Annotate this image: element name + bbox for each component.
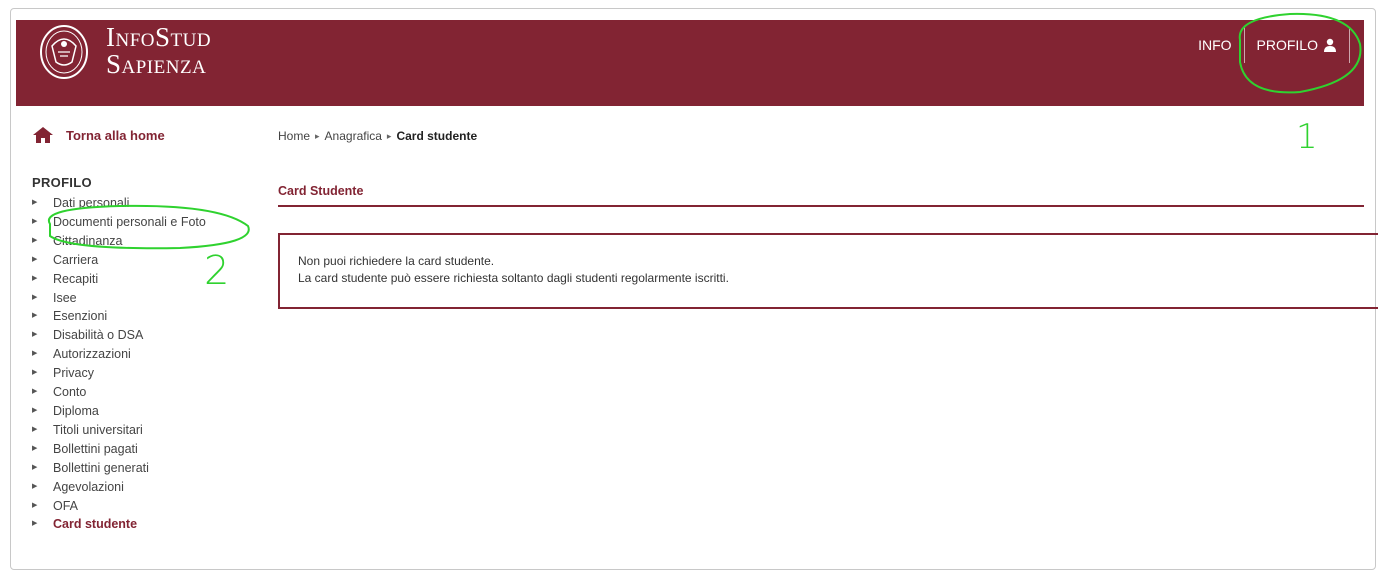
sidebar-item-documenti[interactable]: ▶ Documenti personali e Foto bbox=[32, 213, 206, 232]
section-title: Card Studente bbox=[278, 184, 364, 198]
bullet-icon: ▶ bbox=[32, 217, 38, 225]
sidebar-item-label: Recapiti bbox=[53, 271, 99, 286]
site-logo-text[interactable]: InfoStud Sapienza bbox=[106, 24, 211, 78]
sidebar-item-carriera[interactable]: ▶ Carriera bbox=[32, 251, 206, 270]
breadcrumb: Home ▸ Anagrafica ▸ Card studente bbox=[278, 129, 477, 143]
sidebar-item-autorizzazioni[interactable]: ▶ Autorizzazioni bbox=[32, 345, 206, 364]
section-divider bbox=[278, 205, 1364, 207]
bullet-icon: ▶ bbox=[32, 293, 38, 301]
sidebar-item-label: Agevolazioni bbox=[53, 479, 124, 494]
sidebar-menu: ▶ Dati personali ▶ Documenti personali e F… bbox=[32, 194, 206, 534]
sidebar-item-label: Bollettini pagati bbox=[53, 441, 138, 456]
bullet-icon: ▶ bbox=[32, 425, 38, 433]
home-link-label: Torna alla home bbox=[66, 127, 165, 143]
bullet-icon: ▶ bbox=[32, 501, 38, 509]
bullet-icon: ▶ bbox=[32, 388, 38, 396]
sidebar-item-label: Card studente bbox=[53, 517, 138, 532]
sidebar-item-privacy[interactable]: ▶ Privacy bbox=[32, 364, 206, 383]
breadcrumb-separator-icon: ▸ bbox=[386, 130, 392, 141]
bullet-icon: ▶ bbox=[32, 350, 38, 358]
nav-separator-right bbox=[1349, 27, 1350, 63]
sidebar-item-label: Dati personali bbox=[53, 196, 130, 210]
sidebar-item-label: OFA bbox=[53, 498, 79, 513]
sidebar-item-bollettini-generati[interactable]: ▶ Bollettini generati bbox=[32, 459, 206, 478]
bullet-icon: ▶ bbox=[32, 482, 38, 490]
breadcrumb-anagrafica[interactable]: Anagrafica bbox=[325, 129, 382, 143]
bullet-icon: ▶ bbox=[32, 274, 38, 282]
bullet-icon: ▶ bbox=[32, 331, 38, 339]
sidebar-item-card-studente[interactable]: ▶ Card studente bbox=[32, 515, 206, 534]
sidebar-item-label: Autorizzazioni bbox=[53, 347, 131, 362]
bullet-icon: ▶ bbox=[32, 255, 38, 263]
logo-line-1: InfoStud bbox=[106, 22, 212, 52]
sidebar-item-label: Carriera bbox=[53, 252, 99, 267]
message-line-1: Non puoi richiedere la card studente. bbox=[298, 254, 495, 268]
bullet-icon: ▶ bbox=[32, 199, 38, 206]
nav-profile-label: PROFILO bbox=[1256, 37, 1318, 53]
sidebar-item-agevolazioni[interactable]: ▶ Agevolazioni bbox=[32, 478, 206, 497]
sidebar-item-label: Bollettini generati bbox=[53, 460, 149, 475]
sidebar-title: PROFILO bbox=[32, 175, 92, 190]
breadcrumb-separator-icon: ▸ bbox=[315, 130, 320, 141]
sidebar-item-isee[interactable]: ▶ Isee bbox=[32, 289, 206, 308]
message-line-2: La card studente può essere richiesta so… bbox=[298, 271, 729, 285]
message-box: Non puoi richiedere la card studente. La… bbox=[278, 233, 1378, 309]
nav-info-link[interactable]: INFO bbox=[1186, 27, 1243, 63]
home-link[interactable]: Torna alla home bbox=[32, 126, 165, 144]
site-header: InfoStud Sapienza INFO PROFILO bbox=[16, 20, 1364, 106]
nav-info-label: INFO bbox=[1198, 37, 1232, 53]
bullet-icon: ▶ bbox=[32, 236, 38, 244]
sidebar-item-titoli[interactable]: ▶ Titoli universitari bbox=[32, 421, 206, 440]
sidebar-item-label: Conto bbox=[53, 385, 87, 400]
logo-line-2: Sapienza bbox=[106, 49, 207, 79]
breadcrumb-home[interactable]: Home bbox=[278, 129, 310, 143]
header-nav: INFO PROFILO bbox=[1186, 20, 1350, 70]
sidebar-item-label: Diploma bbox=[53, 403, 99, 418]
sidebar-item-label: Documenti personali e Foto bbox=[53, 214, 206, 229]
nav-profile-link[interactable]: PROFILO bbox=[1245, 27, 1349, 63]
bullet-icon: ▶ bbox=[32, 444, 38, 452]
sidebar-item-recapiti[interactable]: ▶ Recapiti bbox=[32, 270, 206, 289]
sidebar-item-label: Titoli universitari bbox=[53, 422, 143, 437]
bullet-icon: ▶ bbox=[32, 406, 38, 414]
sidebar-item-disabilita[interactable]: ▶ Disabilità o DSA bbox=[32, 326, 206, 345]
bullet-icon: ▶ bbox=[32, 463, 38, 471]
sidebar-item-label: Cittadinanza bbox=[53, 233, 123, 248]
breadcrumb-current: Card studente bbox=[396, 129, 478, 143]
bullet-icon: ▶ bbox=[32, 312, 38, 320]
sidebar-item-label: Disabilità o DSA bbox=[53, 328, 144, 343]
sidebar-item-diploma[interactable]: ▶ Diploma bbox=[32, 402, 206, 421]
sidebar-item-label: Isee bbox=[53, 290, 77, 305]
sidebar-item-dati-personali[interactable]: ▶ Dati personali bbox=[32, 194, 206, 213]
sidebar-item-label: Privacy bbox=[53, 366, 94, 381]
sidebar-item-ofa[interactable]: ▶ OFA bbox=[32, 497, 206, 516]
sidebar-item-conto[interactable]: ▶ Conto bbox=[32, 383, 206, 402]
sidebar-item-esenzioni[interactable]: ▶ Esenzioni bbox=[32, 307, 206, 326]
sidebar-item-cittadinanza[interactable]: ▶ Cittadinanza bbox=[32, 232, 206, 251]
sidebar-item-bollettini-pagati[interactable]: ▶ Bollettini pagati bbox=[32, 440, 206, 459]
bullet-icon: ▶ bbox=[32, 520, 38, 528]
user-icon bbox=[1324, 38, 1336, 52]
sapienza-seal-icon[interactable] bbox=[38, 22, 90, 82]
home-icon bbox=[33, 127, 53, 143]
bullet-icon: ▶ bbox=[32, 369, 38, 377]
sidebar-item-label: Esenzioni bbox=[53, 309, 108, 324]
